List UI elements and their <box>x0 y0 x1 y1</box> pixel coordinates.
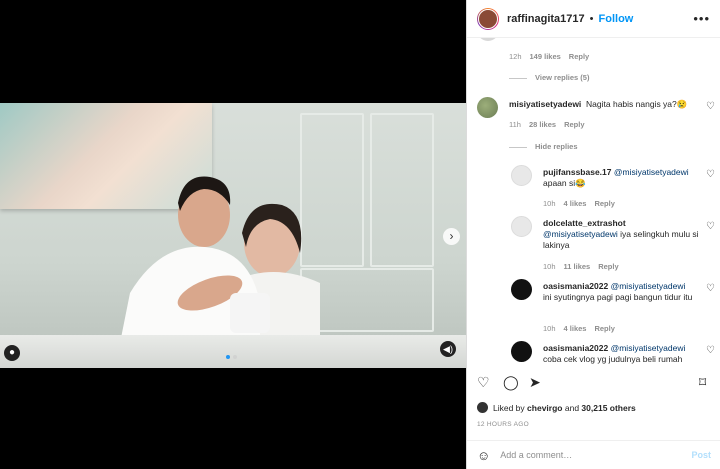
reply-meta: 10h 4 likes Reply <box>543 324 615 333</box>
like-heart-icon[interactable]: ♡ <box>706 169 715 180</box>
liker-avatar[interactable] <box>477 402 488 413</box>
comment-time: 12h <box>509 52 522 61</box>
reply-mention[interactable]: @misiyatisetyadewi <box>611 281 686 291</box>
comments-list[interactable]: 12h 149 likes Reply View replies (5) misiy… <box>467 38 720 368</box>
post-sidebar: raffinagita1717 • Follow ••• 12h 149 like… <box>466 0 720 469</box>
comment-meta: 11h 28 likes Reply <box>509 120 585 129</box>
likes-and: and <box>564 402 580 413</box>
follow-button[interactable]: Follow <box>599 13 634 25</box>
reply-body: dolcelatte_extrashot @misiyatisetyadewi i… <box>543 218 701 251</box>
media-area: › ● ◀) <box>0 0 466 469</box>
reply-meta: 10h 4 likes Reply <box>543 199 615 208</box>
audio-icon[interactable]: ◀) <box>440 341 456 357</box>
reply-button[interactable]: Reply <box>594 199 614 208</box>
reply-mention[interactable]: @misiyatisetyadewi <box>611 343 686 353</box>
reply-body: pujifanssbase.17 @misiyatisetyadewi apaan… <box>543 167 701 189</box>
liker-username[interactable]: chevirgo <box>527 403 562 413</box>
emoji-icon[interactable]: ☺ <box>477 448 490 463</box>
reply-meta: 10h 11 likes Reply <box>543 262 619 271</box>
like-heart-icon[interactable]: ♡ <box>706 283 715 294</box>
post-actions: ♡ ◯ ➤ ⌑ <box>467 370 720 396</box>
add-comment-bar: ☺ Add a comment… Post <box>467 440 720 469</box>
comment-username[interactable]: misiyatisetyadewi <box>509 99 581 109</box>
carousel-dot-active <box>226 355 230 359</box>
reply-likes[interactable]: 11 likes <box>564 262 591 271</box>
reply-mention[interactable]: @misiyatisetyadewi <box>614 167 689 177</box>
comment-avatar[interactable] <box>477 38 499 41</box>
hide-replies-toggle[interactable]: Hide replies <box>509 142 578 151</box>
reply-time: 10h <box>543 262 556 271</box>
reply-username[interactable]: oasismania2022 <box>543 281 608 291</box>
reply-button[interactable]: Reply <box>569 52 589 61</box>
likes-summary: Liked by chevirgo and 30,215 others <box>477 402 636 413</box>
view-replies-toggle[interactable]: View replies (5) <box>509 73 589 82</box>
table-surface <box>0 335 466 368</box>
post-header: raffinagita1717 • Follow ••• <box>467 0 720 38</box>
post-button[interactable]: Post <box>691 450 711 460</box>
reply-button[interactable]: Reply <box>564 120 584 129</box>
likes-count[interactable]: 30,215 others <box>581 403 635 413</box>
like-heart-icon[interactable]: ♡ <box>477 374 490 391</box>
save-bookmark-icon[interactable]: ⌑ <box>699 374 706 391</box>
comment-likes[interactable]: 149 likes <box>530 52 561 61</box>
comment-body: misiyatisetyadewi Nagita habis nangis ya… <box>509 99 699 110</box>
view-replies-label[interactable]: View replies (5) <box>535 73 589 82</box>
post-video[interactable]: › ● ◀) <box>0 103 466 368</box>
comment-time: 11h <box>509 120 521 129</box>
reply-button[interactable]: Reply <box>594 324 614 333</box>
wall-panel <box>370 113 434 267</box>
more-options-icon[interactable]: ••• <box>693 11 710 26</box>
reply-text: apaan si😂 <box>543 178 586 188</box>
comment-icon[interactable]: ◯ <box>503 374 519 391</box>
like-heart-icon[interactable]: ♡ <box>706 221 715 232</box>
comment-text: Nagita habis nangis ya?😢 <box>586 99 688 109</box>
comment-input[interactable]: Add a comment… <box>500 450 572 460</box>
carousel-dots <box>226 355 237 359</box>
separator-dot: • <box>589 12 594 25</box>
reply-body: oasismania2022 @misiyatisetyadewi ini syu… <box>543 281 701 303</box>
carousel-dot <box>233 355 237 359</box>
reply-likes[interactable]: 4 likes <box>564 324 587 333</box>
next-chevron-icon[interactable]: › <box>443 228 460 245</box>
people-illustration <box>120 176 320 343</box>
reply-time: 10h <box>543 324 556 333</box>
reply-avatar[interactable] <box>511 341 532 362</box>
share-icon[interactable]: ➤ <box>529 374 541 391</box>
like-heart-icon[interactable]: ♡ <box>706 345 715 356</box>
likes-prefix: Liked by <box>493 402 525 413</box>
like-heart-icon[interactable]: ♡ <box>706 101 715 112</box>
reply-mention[interactable]: @misiyatisetyadewi <box>543 229 618 239</box>
reply-avatar[interactable] <box>511 216 532 237</box>
reply-text: coba cek vlog yg judulnya beli rumah <box>543 354 683 364</box>
comment-likes[interactable]: 28 likes <box>529 120 556 129</box>
comment-meta: 12h 149 likes Reply <box>509 52 589 61</box>
reply-avatar[interactable] <box>511 279 532 300</box>
reply-text: ini syutingnya pagi pagi bangun tidur it… <box>543 292 693 302</box>
user-tag-icon[interactable]: ● <box>4 345 20 361</box>
author-avatar[interactable] <box>477 7 499 30</box>
hide-replies-label[interactable]: Hide replies <box>535 142 578 151</box>
reply-username[interactable]: pujifanssbase.17 <box>543 167 612 177</box>
author-username[interactable]: raffinagita1717 <box>507 13 585 25</box>
reply-avatar[interactable] <box>511 165 532 186</box>
post-time: 12 HOURS AGO <box>477 421 530 428</box>
reply-button[interactable]: Reply <box>598 262 618 271</box>
comment-avatar[interactable] <box>477 97 498 118</box>
reply-username[interactable]: dolcelatte_extrashot <box>543 218 626 228</box>
reply-username[interactable]: oasismania2022 <box>543 343 608 353</box>
reply-likes[interactable]: 4 likes <box>564 199 587 208</box>
reply-time: 10h <box>543 199 556 208</box>
wall-panel <box>300 268 434 332</box>
reply-body: oasismania2022 @misiyatisetyadewi coba ce… <box>543 343 701 365</box>
